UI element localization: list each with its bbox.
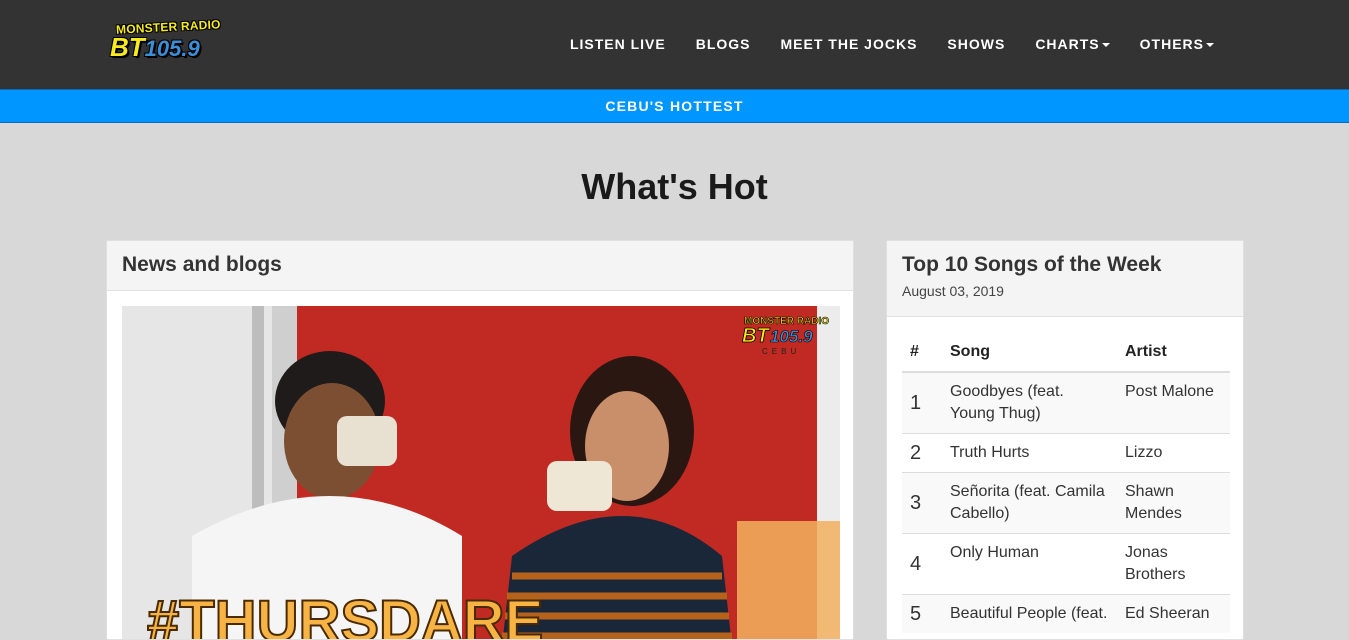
nav-others-label: OTHERS xyxy=(1139,36,1204,52)
nav-meet-the-jocks[interactable]: MEET THE JOCKS xyxy=(766,36,933,52)
news-panel: News and blogs #THURSDARE MONSTER RADIO … xyxy=(106,240,854,640)
nav-listen-live[interactable]: LISTEN LIVE xyxy=(555,36,681,52)
svg-text:BT: BT xyxy=(742,325,770,347)
song-title: Señorita (feat. Camila Cabello) xyxy=(942,472,1117,534)
col-rank: # xyxy=(902,332,942,373)
song-rank: 2 xyxy=(902,433,942,473)
station-logo[interactable]: MONSTER RADIO BT105.9 xyxy=(106,17,226,68)
song-rank: 3 xyxy=(902,472,942,534)
news-panel-header: News and blogs xyxy=(107,241,853,291)
song-title: Only Human xyxy=(942,533,1117,595)
table-header-row: # Song Artist xyxy=(902,332,1230,373)
song-rank: 5 xyxy=(902,594,942,633)
navbar: MONSTER RADIO BT105.9 LISTEN LIVE BLOGS … xyxy=(0,0,1349,89)
song-artist: Jonas Brothers xyxy=(1117,533,1230,595)
song-title: Truth Hurts xyxy=(942,433,1117,473)
caret-down-icon xyxy=(1101,43,1110,48)
song-rank: 1 xyxy=(902,371,942,434)
top-songs-title: Top 10 Songs of the Week xyxy=(902,253,1162,276)
song-rank: 4 xyxy=(902,533,942,595)
song-artist: Lizzo xyxy=(1117,433,1230,473)
table-row: 1 Goodbyes (feat. Young Thug) Post Malon… xyxy=(902,371,1230,434)
news-panel-title: News and blogs xyxy=(122,253,282,276)
table-row: 2 Truth Hurts Lizzo xyxy=(902,433,1230,473)
nav-blogs[interactable]: BLOGS xyxy=(681,36,766,52)
logo-line2: BT xyxy=(110,32,145,62)
caption-text: #THURSDARE xyxy=(147,589,543,640)
song-artist: Ed Sheeran xyxy=(1117,594,1230,633)
col-artist: Artist xyxy=(1117,332,1230,373)
song-title: Beautiful People (feat. xyxy=(942,594,1117,633)
logo-line3: 105.9 xyxy=(144,36,200,61)
top-songs-header: Top 10 Songs of the Week August 03, 2019 xyxy=(887,241,1243,317)
logo-main: BT105.9 xyxy=(110,32,200,63)
top-songs-table: # Song Artist 1 Goodbyes (feat. Young Th… xyxy=(902,332,1230,633)
nav-others-dropdown[interactable]: OTHERS xyxy=(1125,36,1229,52)
main-nav: LISTEN LIVE BLOGS MEET THE JOCKS SHOWS C… xyxy=(555,36,1229,52)
chart-date: August 03, 2019 xyxy=(902,283,1004,299)
page-title: What's Hot xyxy=(581,166,768,207)
song-artist: Post Malone xyxy=(1117,371,1230,434)
table-row: 4 Only Human Jonas Brothers xyxy=(902,533,1230,595)
table-row: 3 Señorita (feat. Camila Cabello) Shawn … xyxy=(902,472,1230,534)
blog-photo: #THURSDARE MONSTER RADIO BT 105.9 CEBU xyxy=(122,306,840,640)
song-artist: Shawn Mendes xyxy=(1117,472,1230,534)
nav-charts-dropdown[interactable]: CHARTS xyxy=(1020,36,1124,52)
nav-shows[interactable]: SHOWS xyxy=(932,36,1020,52)
top-songs-panel: Top 10 Songs of the Week August 03, 2019… xyxy=(886,240,1244,640)
svg-text:105.9: 105.9 xyxy=(770,327,813,346)
table-row: 5 Beautiful People (feat. Ed Sheeran xyxy=(902,594,1230,633)
tagline-banner: CEBU'S HOTTEST xyxy=(0,89,1349,123)
caret-down-icon xyxy=(1206,43,1214,48)
col-song: Song xyxy=(942,332,1117,373)
song-title: Goodbyes (feat. Young Thug) xyxy=(942,371,1117,434)
nav-charts-label: CHARTS xyxy=(1035,36,1100,52)
svg-text:CEBU: CEBU xyxy=(762,347,800,356)
featured-blog-image[interactable]: #THURSDARE MONSTER RADIO BT 105.9 CEBU xyxy=(122,306,840,640)
